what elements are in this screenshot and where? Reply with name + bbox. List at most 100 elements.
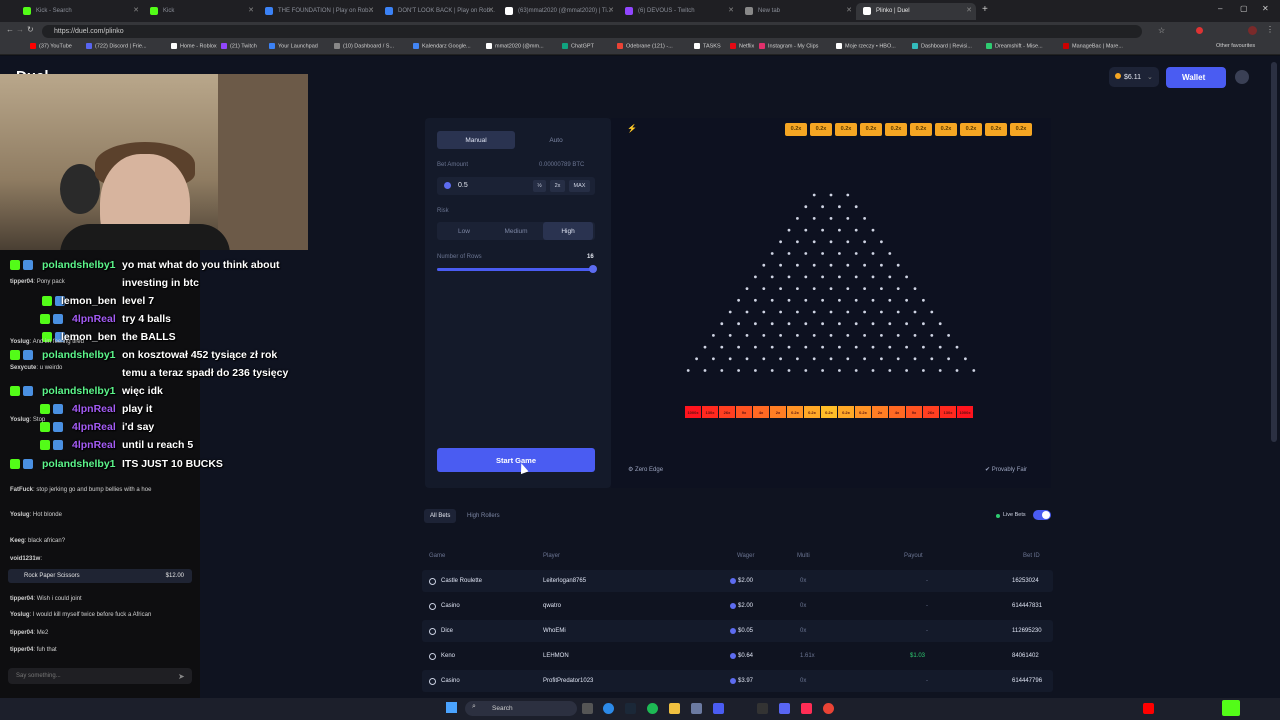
chrome-icon[interactable] [823,703,834,714]
bet-player[interactable]: WhoEMi [543,628,566,634]
bet-player[interactable]: LEHMON [543,653,569,659]
tab-all-bets[interactable]: All Bets [424,509,457,523]
browser-tab[interactable]: (63)mmat2020 (@mmat2020) | Ti... ✕ [498,3,618,20]
chat-line-user[interactable]: Yoslug [10,512,30,518]
chat-username[interactable]: polandshelby1 [42,349,116,361]
bookmark-item[interactable]: Kalendarz Google... [413,43,471,49]
bet-player[interactable]: ProfitPredator1023 [543,678,593,684]
bookmark-item[interactable]: Netflix [730,43,754,49]
risk-low-button[interactable]: Low [439,222,489,240]
profile-avatar-icon[interactable] [1248,26,1257,35]
chat-username[interactable]: 4lpnReal [72,421,116,433]
chat-line-user[interactable]: Keeg [10,538,25,544]
app-icon[interactable] [801,703,812,714]
close-tab-icon[interactable]: ✕ [846,6,852,14]
close-tab-icon[interactable]: ✕ [966,6,972,14]
bookmark-item[interactable]: Moje rzeczy • HBO... [836,43,896,49]
close-tab-icon[interactable]: ✕ [728,6,734,14]
close-tab-icon[interactable]: ✕ [368,6,374,14]
max-bet-button[interactable]: MAX [569,180,590,192]
windows-start-icon[interactable] [446,702,457,713]
page-scrollbar[interactable] [1271,62,1277,442]
browser-tab[interactable]: Kick ✕ [143,3,258,20]
youtube-tray-icon[interactable] [1143,703,1154,714]
close-tab-icon[interactable]: ✕ [608,6,614,14]
bookmark-item[interactable]: TASKS [694,43,721,49]
close-tab-icon[interactable]: ✕ [133,6,139,14]
chat-username[interactable]: polandshelby1 [42,385,116,397]
menu-icon[interactable]: ⋮ [1266,25,1274,34]
back-icon[interactable]: ← [6,25,14,34]
bookmark-item[interactable]: ManageBac | Mare... [1063,43,1123,49]
chat-username[interactable]: 4lpnReal [72,403,116,415]
app-icon[interactable] [691,703,702,714]
mode-manual-tab[interactable]: Manual [437,131,515,149]
bookmark-item[interactable]: (722) Discord | Frie... [86,43,147,49]
chat-line-user[interactable]: tipper04 [10,596,33,602]
rows-slider-handle[interactable] [589,265,597,273]
send-icon[interactable]: ➤ [178,672,185,681]
task-view-icon[interactable] [582,703,593,714]
wallet-button[interactable]: Wallet [1166,67,1226,88]
zero-edge-link[interactable]: ⚙ Zero Edge [628,466,663,473]
mode-auto-tab[interactable]: Auto [517,131,595,149]
half-bet-button[interactable]: ½ [533,180,546,192]
close-tab-icon[interactable]: ✕ [248,6,254,14]
browser-tab[interactable]: THE FOUNDATION | Play on Rob... ✕ [258,3,378,20]
chat-username[interactable]: polandshelby1 [42,458,116,470]
other-favourites[interactable]: Other favourites [1216,43,1255,49]
browser-tab[interactable]: New tab ✕ [738,3,856,20]
chat-line-user[interactable]: Sexycute [10,365,36,371]
browser-tab[interactable]: (6) DEVOUS - Twitch ✕ [618,3,738,20]
bookmark-item[interactable]: (37) YouTube [30,43,72,49]
app-icon[interactable] [757,703,768,714]
chat-line-user[interactable]: Yoslug [10,612,30,618]
browser-tab[interactable]: Kick - Search ✕ [16,3,143,20]
chat-line-user[interactable]: tipper04 [10,630,33,636]
bookmark-item[interactable]: Dashboard | Revisi... [912,43,972,49]
chat-username[interactable]: 4lpnReal [72,439,116,451]
edge-icon[interactable] [603,703,614,714]
chat-line-user[interactable]: Yoslug [10,339,30,345]
bookmark-item[interactable]: Home - Roblox [171,43,217,49]
balance-display[interactable]: $6.11 ⌄ [1109,67,1159,87]
chat-username[interactable]: polandshelby1 [42,259,116,271]
close-window-icon[interactable]: ✕ [1262,4,1269,13]
browser-tab[interactable]: DON'T LOOK BACK | Play on Rob... ✕ [378,3,498,20]
bookmark-item[interactable]: mmat2020 (@mm... [486,43,544,49]
bet-player[interactable]: qwatro [543,603,561,609]
forward-icon[interactable]: → [16,25,24,34]
chat-username[interactable]: 4lpnReal [72,313,116,325]
minimize-icon[interactable]: – [1218,4,1222,13]
file-explorer-icon[interactable] [669,703,680,714]
reload-icon[interactable]: ↻ [27,25,34,34]
chat-line-user[interactable]: Yoslug [10,417,30,423]
live-bets-toggle[interactable] [1033,510,1051,520]
user-profile-icon[interactable] [1235,70,1249,84]
url-field[interactable]: https://duel.com/plinko [42,25,1142,38]
browser-tab-active[interactable]: Plinko | Duel ✕ [856,3,976,20]
chat-line-user[interactable]: void1231w [10,556,40,562]
new-tab-icon[interactable]: + [982,4,988,15]
chat-username[interactable]: lemon_ben [61,295,116,307]
chat-input[interactable]: Say something... [8,668,192,684]
extension-icon[interactable] [1196,27,1203,34]
bookmark-item[interactable]: Odebrane (121) -... [617,43,673,49]
tab-high-rollers[interactable]: High Rollers [461,509,506,523]
chat-line-user[interactable]: tipper04 [10,279,33,285]
bookmark-item[interactable]: (10) Dashboard / S... [334,43,394,49]
bookmark-item[interactable]: Your Launchpad [269,43,318,49]
bet-player[interactable]: Leiterlogan8765 [543,578,586,584]
app-icon[interactable] [713,703,724,714]
steam-icon[interactable] [625,703,636,714]
bookmark-item[interactable]: Dreamshift - Mise... [986,43,1043,49]
chat-line-user[interactable]: tipper04 [10,647,33,653]
bookmark-item[interactable]: ChatGPT [562,43,594,49]
risk-high-button[interactable]: High [543,222,593,240]
bookmark-item[interactable]: Instagram - My Clips [759,43,818,49]
discord-icon[interactable] [779,703,790,714]
spotify-icon[interactable] [647,703,658,714]
provably-fair-link[interactable]: ✔ Provably Fair [985,466,1027,473]
maximize-icon[interactable]: ▢ [1240,4,1248,13]
bookmark-star-icon[interactable]: ☆ [1158,26,1165,35]
